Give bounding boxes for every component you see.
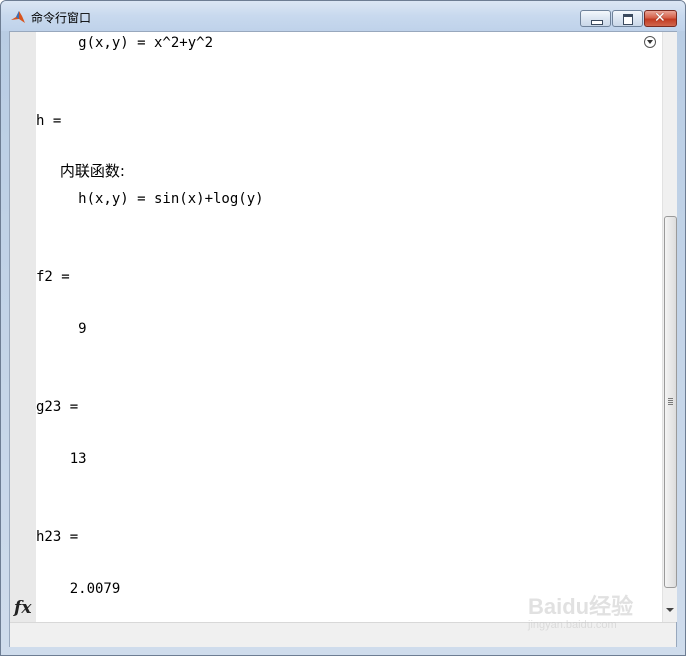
scrollbar-thumb[interactable]	[664, 216, 677, 588]
window-title: 命令行窗口	[31, 11, 92, 25]
console-line: 内联函数:	[36, 162, 125, 180]
left-gutter	[10, 32, 36, 622]
console-line: 2.0079	[36, 581, 121, 597]
title-bar[interactable]: 命令行窗口 ✕	[1, 1, 685, 31]
maximize-icon	[623, 14, 633, 25]
vertical-scrollbar[interactable]	[662, 32, 677, 622]
grip-icon	[668, 398, 673, 405]
console-output[interactable]: g(x,y) = x^2+y^2 h = 内联函数: h(x,y) = sin(…	[36, 32, 662, 622]
console-line: 13	[36, 451, 87, 467]
console-line: h =	[36, 113, 62, 129]
console-area[interactable]: g(x,y) = x^2+y^2 h = 内联函数: h(x,y) = sin(…	[9, 31, 677, 647]
command-window: 命令行窗口 ✕ g(x,y) = x^2+y^2 h = 内联函数: h(x,y…	[0, 0, 686, 656]
console-line: 9	[36, 321, 87, 337]
arrow-down-icon[interactable]	[666, 608, 674, 612]
fx-icon[interactable]: fx	[14, 598, 31, 618]
close-icon: ✕	[654, 10, 666, 26]
minimize-button[interactable]	[580, 10, 611, 27]
close-button[interactable]: ✕	[644, 10, 677, 27]
watermark-logo: Baidu经验	[528, 594, 634, 619]
watermark: Baidu经验 jingyan.baidu.com	[518, 589, 658, 639]
matlab-logo-icon	[11, 11, 25, 23]
watermark-url: jingyan.baidu.com	[528, 619, 617, 631]
circle-chevron-down-icon[interactable]	[644, 36, 656, 48]
console-line: h(x,y) = sin(x)+log(y)	[36, 191, 264, 207]
console-line: g23 =	[36, 399, 79, 415]
maximize-button[interactable]	[612, 10, 643, 27]
console-line: g(x,y) = x^2+y^2	[36, 35, 214, 51]
console-line: f2 =	[36, 269, 70, 285]
minimize-icon	[591, 20, 603, 25]
console-line: h23 =	[36, 529, 79, 545]
